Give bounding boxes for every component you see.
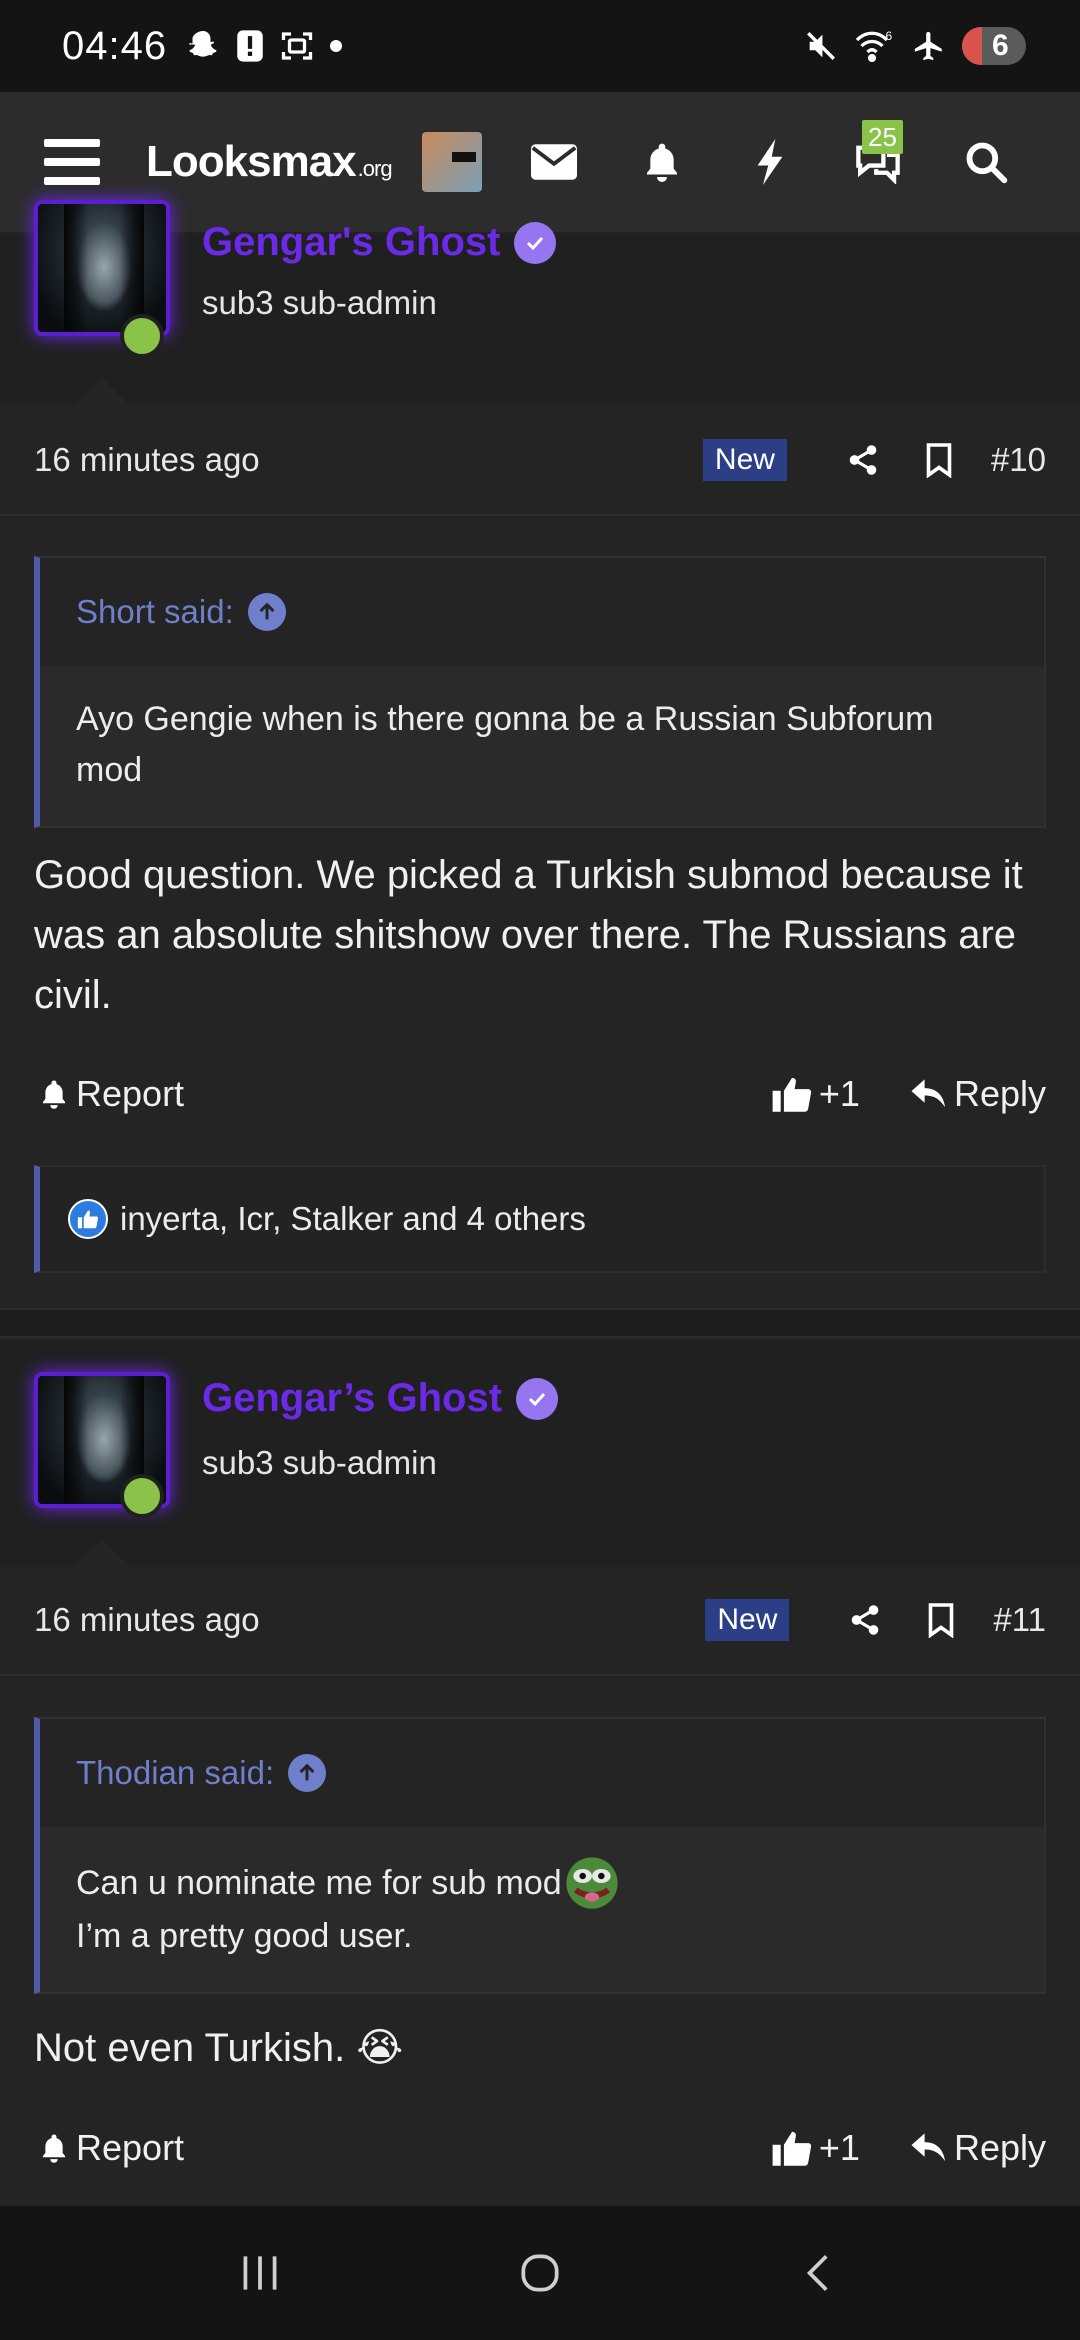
quote-text: Can u nominate me for sub mod I’m a pret…: [40, 1827, 1044, 1992]
username-link[interactable]: Gengar’s Ghost: [202, 1376, 559, 1421]
bell-icon: [42, 2134, 66, 2163]
snapchat-icon: [189, 31, 217, 57]
user-title: sub3 sub-admin: [202, 1444, 437, 1481]
screenshot-icon: [281, 32, 313, 60]
reply-icon: [911, 2133, 946, 2162]
header-avatar[interactable]: [421, 132, 482, 192]
reply-button[interactable]: Reply: [910, 1073, 1046, 1115]
new-badge: New: [705, 1599, 790, 1641]
reactions-text: inyerta, Icr, Stalker and 4 others: [120, 1200, 586, 1237]
post-meta: 16 minutes ago New #10: [0, 406, 1080, 516]
menu-icon[interactable]: [44, 139, 100, 185]
home-icon[interactable]: [515, 2248, 565, 2298]
wifi-icon: 6: [855, 29, 893, 63]
verified-icon: [514, 221, 557, 264]
like-reaction-icon: [68, 1199, 108, 1239]
search-icon: [966, 142, 1008, 184]
post-actions: Report +1 Reply: [0, 1054, 1080, 1134]
post-separator: [0, 1308, 1080, 1338]
reply-icon: [911, 1079, 946, 1108]
status-bar: 04:46 6 6: [0, 0, 1080, 92]
search-button[interactable]: [932, 122, 1040, 202]
user-title: sub3 sub-admin: [202, 284, 437, 321]
share-icon: [849, 445, 877, 475]
status-time: 04:46: [62, 23, 168, 68]
dot-icon: [330, 40, 343, 52]
post-time[interactable]: 16 minutes ago: [34, 441, 260, 479]
recent-apps-icon[interactable]: [235, 2248, 285, 2298]
thumbs-up-icon: [772, 1077, 812, 1112]
thumbs-up-icon: [772, 2131, 812, 2166]
new-badge: New: [702, 439, 787, 481]
quote-header[interactable]: Short said:: [40, 558, 1044, 666]
post-user-header: Gengar’s Ghost sub3 sub-admin: [0, 1340, 1080, 1566]
back-icon[interactable]: [795, 2248, 845, 2298]
logo-suffix: .org: [357, 156, 393, 181]
post-meta: 16 minutes ago New #11: [0, 1566, 1080, 1676]
bookmark-icon: [926, 443, 952, 478]
whats-new-button[interactable]: [716, 122, 824, 202]
quote-author: Thodian said:: [76, 1754, 275, 1791]
conversations-badge: 25: [862, 120, 903, 154]
reactions-bar[interactable]: inyerta, Icr, Stalker and 4 others: [34, 1165, 1046, 1273]
quote-block: Short said: Ayo Gengie when is there gon…: [34, 556, 1046, 828]
svg-text:6: 6: [886, 29, 893, 43]
bell-icon: [42, 1080, 66, 1109]
site-logo[interactable]: Looksmax .org: [146, 137, 393, 187]
mute-icon: [807, 32, 835, 60]
envelope-icon: [531, 144, 577, 180]
share-button[interactable]: [827, 1602, 903, 1638]
post-body: Not even Turkish. 😭: [34, 2026, 404, 2070]
bookmark-icon: [929, 1603, 954, 1638]
quote-block: Thodian said: Can u nominate me for sub …: [34, 1717, 1046, 1994]
arrow-up-icon[interactable]: [288, 1754, 327, 1792]
username-link[interactable]: Gengar's Ghost: [202, 220, 557, 265]
battery-indicator: 6: [962, 27, 1026, 65]
post-number[interactable]: #10: [991, 441, 1046, 479]
like-button[interactable]: +1: [771, 1073, 860, 1115]
bell-icon: [647, 143, 677, 182]
inbox-button[interactable]: [500, 122, 608, 202]
alert-icon: [237, 30, 263, 62]
online-indicator: [120, 314, 164, 358]
like-button[interactable]: +1: [771, 2127, 860, 2169]
quote-line-2: I’m a pretty good user.: [76, 1917, 413, 1955]
airplane-icon: [914, 31, 942, 61]
verified-icon: [516, 1377, 559, 1420]
share-icon: [852, 1605, 879, 1635]
quote-author: Short said:: [76, 593, 234, 630]
logo-text: Looksmax: [146, 137, 357, 186]
online-indicator: [120, 1474, 164, 1518]
bookmark-button[interactable]: [901, 442, 977, 478]
post-time[interactable]: 16 minutes ago: [34, 1601, 260, 1639]
share-button[interactable]: [825, 442, 901, 478]
pepe-emoji-icon: [566, 1857, 618, 1909]
bolt-icon: [757, 139, 783, 185]
post-body: Good question. We picked a Turkish submo…: [34, 853, 1023, 1017]
post-number[interactable]: #11: [993, 1601, 1046, 1639]
arrow-up-icon[interactable]: [247, 593, 286, 631]
bookmark-button[interactable]: [903, 1602, 979, 1638]
report-button[interactable]: Report: [38, 1073, 184, 1115]
reply-button[interactable]: Reply: [910, 2127, 1046, 2169]
conversations-button[interactable]: 25: [824, 120, 932, 202]
quote-text: Ayo Gengie when is there gonna be a Russ…: [76, 700, 934, 789]
quote-line-1: Can u nominate me for sub mod: [76, 1863, 562, 1902]
system-nav-bar: [0, 2206, 1080, 2340]
report-button[interactable]: Report: [38, 2127, 184, 2169]
post-user-header: Gengar's Ghost sub3 sub-admin: [0, 200, 1080, 404]
alerts-button[interactable]: [608, 122, 716, 202]
quote-header[interactable]: Thodian said:: [40, 1719, 1044, 1827]
post-actions: Report +1 Reply: [0, 2108, 1080, 2188]
